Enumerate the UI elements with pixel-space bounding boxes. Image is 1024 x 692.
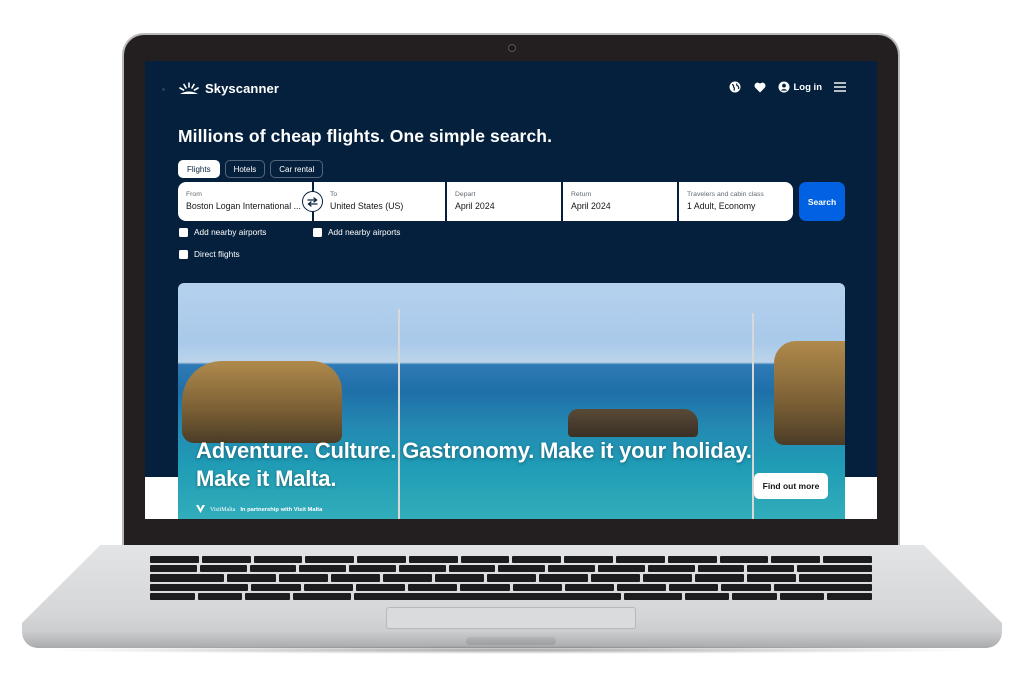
- depart-field[interactable]: Depart April 2024: [447, 182, 561, 221]
- nearby-airports-to-checkbox[interactable]: [313, 227, 322, 237]
- user-icon: [778, 81, 789, 93]
- find-out-more-button[interactable]: Find out more: [754, 473, 828, 499]
- direct-flights-option[interactable]: Direct flights: [179, 249, 240, 259]
- laptop-trackpad: [386, 607, 636, 629]
- direct-flights-label: Direct flights: [194, 249, 240, 259]
- swap-arrows-icon: [307, 196, 318, 207]
- globe-icon[interactable]: [728, 80, 742, 94]
- tab-car-rental[interactable]: Car rental: [270, 160, 324, 178]
- top-navigation: Skyscanner Log in: [145, 61, 877, 117]
- travelers-label: Travelers and cabin class: [687, 191, 764, 198]
- page-title: Millions of cheap flights. One simple se…: [178, 126, 553, 146]
- decorative-dot: [162, 88, 165, 91]
- banner-rock-left: [182, 361, 342, 443]
- from-value: Boston Logan International ...: [186, 201, 301, 211]
- nearby-airports-to-label: Add nearby airports: [328, 227, 401, 237]
- return-value: April 2024: [571, 201, 611, 211]
- partner-credit: VisitMalta In partnership with Visit Mal…: [196, 505, 322, 515]
- return-label: Return: [571, 191, 592, 198]
- travelers-field[interactable]: Travelers and cabin class 1 Adult, Econo…: [679, 182, 793, 221]
- sunrise-logo-icon: [179, 81, 199, 94]
- login-label: Log in: [793, 81, 823, 93]
- banner-rock-right: [774, 341, 845, 445]
- depart-value: April 2024: [455, 201, 495, 211]
- return-field[interactable]: Return April 2024: [563, 182, 677, 221]
- heart-icon[interactable]: [753, 80, 767, 94]
- tab-flights[interactable]: Flights: [178, 160, 220, 178]
- travelers-value: 1 Adult, Economy: [687, 201, 756, 211]
- to-label: To: [330, 191, 338, 198]
- banner-headline: Adventure. Culture. Gastronomy. Make it …: [196, 438, 752, 491]
- from-label: From: [186, 191, 202, 198]
- skyscanner-logo[interactable]: Skyscanner: [178, 81, 279, 96]
- laptop-opening-notch: [466, 637, 556, 645]
- search-type-tabs: Flights Hotels Car rental: [178, 160, 324, 178]
- direct-flights-checkbox[interactable]: [179, 249, 188, 259]
- depart-label: Depart: [455, 191, 476, 198]
- banner-rock-middle: [568, 409, 698, 437]
- to-field[interactable]: To United States (US): [314, 182, 445, 221]
- nearby-airports-from-option[interactable]: Add nearby airports: [179, 227, 266, 237]
- visit-malta-wordmark: VisitMalta: [210, 507, 236, 513]
- partner-text: In partnership with Visit Malta: [240, 507, 323, 513]
- from-field[interactable]: From Boston Logan International ...: [178, 182, 323, 221]
- laptop-shadow: [40, 646, 984, 654]
- search-button[interactable]: Search: [799, 182, 845, 221]
- flight-search-form: From Boston Logan International ... To U…: [178, 182, 793, 221]
- menu-icon[interactable]: [833, 80, 847, 94]
- swap-button[interactable]: [302, 191, 323, 212]
- nearby-airports-from-checkbox[interactable]: [179, 227, 188, 237]
- login-button[interactable]: Log in: [778, 81, 823, 93]
- brand-name: Skyscanner: [205, 81, 279, 96]
- to-value: United States (US): [330, 201, 404, 211]
- visit-malta-logo-icon: [196, 505, 205, 515]
- laptop-keyboard: [150, 556, 873, 601]
- laptop-screen: Skyscanner Log in Millions of cheap flig…: [145, 61, 877, 519]
- tab-hotels[interactable]: Hotels: [224, 160, 266, 178]
- header-actions: Log in: [728, 80, 848, 94]
- nearby-airports-from-label: Add nearby airports: [194, 227, 267, 237]
- nearby-airports-to-option[interactable]: Add nearby airports: [313, 227, 400, 237]
- promo-banner[interactable]: Adventure. Culture. Gastronomy. Make it …: [178, 283, 845, 519]
- webcam-icon: [508, 44, 516, 52]
